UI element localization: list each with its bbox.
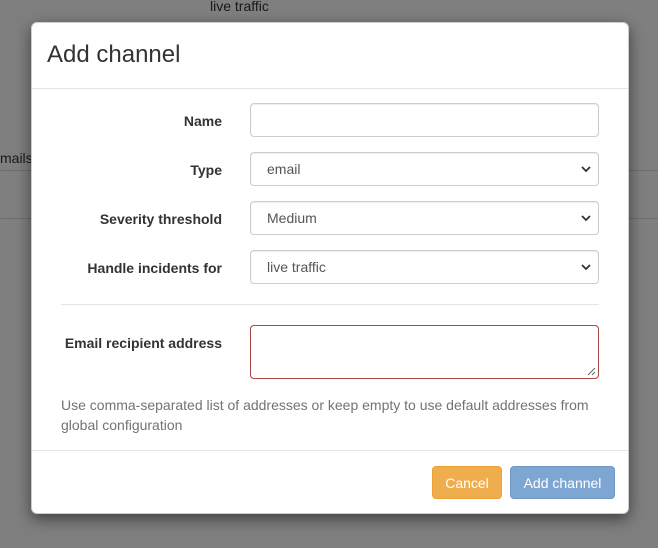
handle-incidents-select[interactable]: live traffic <box>250 250 599 284</box>
form-divider <box>61 304 599 305</box>
email-recipient-textarea[interactable] <box>250 325 599 379</box>
chevron-down-icon <box>581 166 591 173</box>
modal-title: Add channel <box>47 41 181 68</box>
severity-threshold-select[interactable]: Medium <box>250 201 599 235</box>
chevron-down-icon <box>581 215 591 222</box>
email-help-text: Use comma-separated list of addresses or… <box>61 397 589 433</box>
type-select[interactable]: email <box>250 152 599 186</box>
modal-body: Name Type email Severity threshold Mediu… <box>32 89 628 451</box>
add-channel-button[interactable]: Add channel <box>510 466 615 499</box>
severity-threshold-label: Severity threshold <box>99 211 222 227</box>
name-label: Name <box>183 113 222 129</box>
add-channel-modal: Add channel Name Type email Severity thr… <box>31 22 629 514</box>
name-input[interactable] <box>250 103 599 137</box>
modal-footer: Cancel Add channel <box>32 451 628 515</box>
resize-grip-icon[interactable] <box>587 367 596 376</box>
chevron-down-icon <box>581 264 591 271</box>
handle-incidents-value: live traffic <box>267 259 326 275</box>
type-select-value: email <box>267 161 301 177</box>
handle-incidents-label: Handle incidents for <box>87 260 222 276</box>
email-recipient-label: Email recipient address <box>64 335 222 351</box>
cancel-button[interactable]: Cancel <box>432 466 502 499</box>
type-label: Type <box>190 162 222 178</box>
modal-header: Add channel <box>32 23 628 89</box>
severity-threshold-value: Medium <box>267 210 317 226</box>
